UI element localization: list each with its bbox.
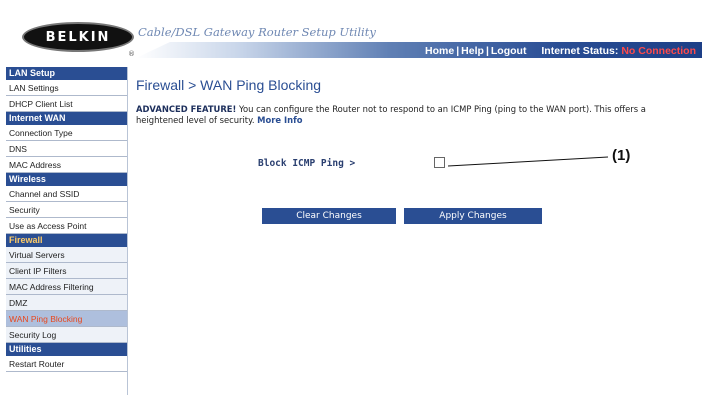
sidebar-item-wan-ping-blocking[interactable]: WAN Ping Blocking [6, 311, 127, 327]
sidebar-item-mac-address[interactable]: MAC Address [6, 157, 127, 173]
sidebar-section-wireless: Wireless [6, 173, 127, 186]
callout-line [448, 156, 609, 167]
sidebar-item-access-point[interactable]: Use as Access Point [6, 218, 127, 234]
internet-status-label: Internet Status: [541, 45, 619, 57]
clear-changes-button[interactable]: Clear Changes [262, 208, 396, 224]
sidebar-item-security-log[interactable]: Security Log [6, 327, 127, 343]
sidebar-item-lan-settings[interactable]: LAN Settings [6, 80, 127, 96]
internet-status-value: No Connection [621, 45, 696, 57]
apply-changes-button[interactable]: Apply Changes [404, 208, 542, 224]
sidebar-item-restart-router[interactable]: Restart Router [6, 356, 127, 372]
block-icmp-ping-label: Block ICMP Ping > [258, 158, 356, 169]
callout-label: (1) [612, 147, 631, 164]
logout-link[interactable]: Logout [491, 45, 527, 57]
sidebar-item-channel-and-ssid[interactable]: Channel and SSID [6, 186, 127, 202]
sidebar-item-connection-type[interactable]: Connection Type [6, 125, 127, 141]
description: ADVANCED FEATURE! You can configure the … [136, 104, 666, 126]
page-title: Firewall > WAN Ping Blocking [136, 77, 322, 93]
sidebar: LAN Setup LAN Settings DHCP Client List … [6, 67, 128, 395]
more-info-link[interactable]: More Info [257, 115, 302, 125]
sidebar-section-internet-wan: Internet WAN [6, 112, 127, 125]
sidebar-item-dmz[interactable]: DMZ [6, 295, 127, 311]
home-link[interactable]: Home [425, 45, 454, 57]
block-icmp-ping-checkbox[interactable] [434, 157, 445, 168]
registered-mark: ® [128, 50, 135, 58]
nav-separator: | [456, 45, 460, 57]
nav-separator: | [485, 45, 489, 57]
sidebar-item-security[interactable]: Security [6, 202, 127, 218]
sidebar-item-virtual-servers[interactable]: Virtual Servers [6, 247, 127, 263]
help-link[interactable]: Help [461, 45, 484, 57]
sidebar-item-mac-address-filtering[interactable]: MAC Address Filtering [6, 279, 127, 295]
belkin-logo: BELKIN [22, 22, 134, 52]
sidebar-section-firewall: Firewall [6, 234, 127, 247]
sidebar-item-dhcp-client-list[interactable]: DHCP Client List [6, 96, 127, 112]
advanced-feature-label: ADVANCED FEATURE! [136, 104, 237, 114]
sidebar-item-client-ip-filters[interactable]: Client IP Filters [6, 263, 127, 279]
sidebar-section-utilities: Utilities [6, 343, 127, 356]
utility-title: Cable/DSL Gateway Router Setup Utility [138, 25, 376, 39]
sidebar-section-lan-setup: LAN Setup [6, 67, 127, 80]
top-nav: Home | Help | Logout Internet Status: No Con… [425, 45, 696, 57]
sidebar-item-dns[interactable]: DNS [6, 141, 127, 157]
header: BELKIN ® Cable/DSL Gateway Router Setup … [0, 0, 702, 66]
